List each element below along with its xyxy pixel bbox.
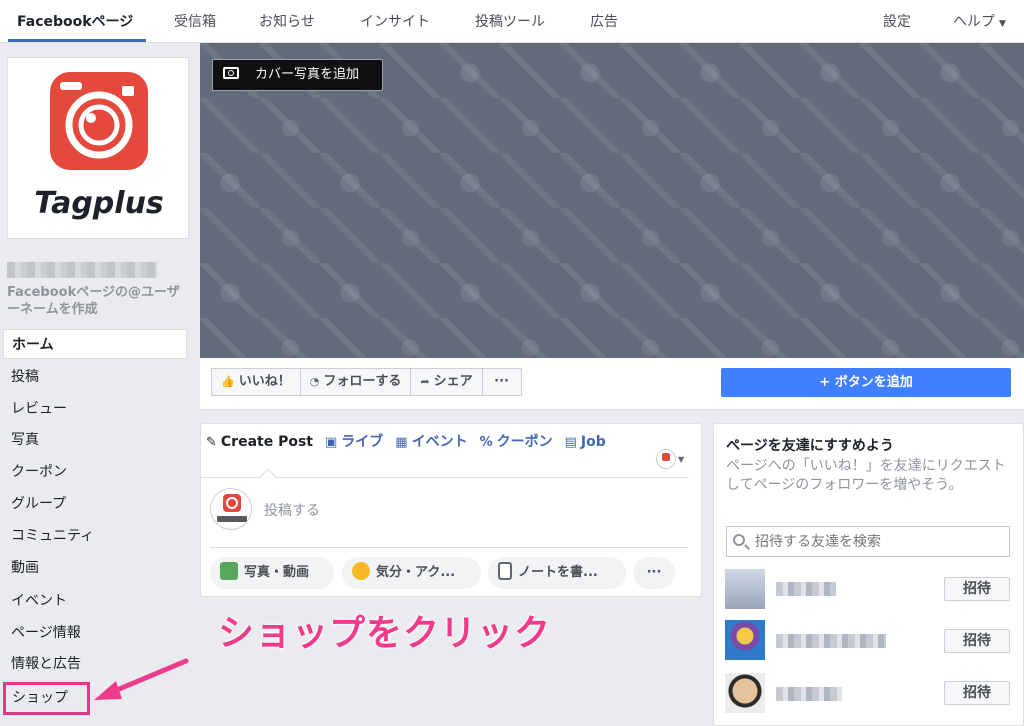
add-cover-photo-button[interactable]: カバー写真を追加 [212, 59, 383, 91]
sidebar-item-photos[interactable]: 写真 [3, 425, 187, 455]
tab-event[interactable]: ▦ イベント [395, 431, 467, 453]
friend-name-redacted[interactable] [776, 634, 886, 648]
tab-settings[interactable]: 設定 [883, 0, 911, 43]
sidebar-item-reviews[interactable]: レビュー [3, 394, 187, 424]
tab-live[interactable]: ▣ ライブ [325, 431, 383, 453]
friend-avatar[interactable] [725, 620, 765, 660]
sidebar-item-community[interactable]: コミュニティ [3, 521, 187, 551]
create-post-label: Create Post [220, 434, 313, 450]
sidebar-item-coupons[interactable]: クーポン [3, 457, 187, 487]
smiley-icon [352, 562, 370, 580]
composer-tabs: ✎ Create Post ▣ ライブ ▦ イベント % クーポン ▤ Job [206, 431, 618, 453]
friend-name-redacted[interactable] [776, 687, 842, 701]
tab-help[interactable]: ヘルプ ▼ [953, 0, 1006, 43]
follow-button[interactable]: ◔ フォローする [299, 368, 412, 396]
caret-down-icon: ▼ [999, 19, 1006, 29]
help-label: ヘルプ [953, 14, 995, 30]
page-name-redacted [7, 262, 157, 278]
thumbs-up-icon: 👍 [221, 375, 235, 388]
tab-create-post[interactable]: ✎ Create Post [206, 431, 313, 453]
sidebar-item-home[interactable]: ホーム [3, 329, 187, 359]
feeling-activity-button[interactable]: 気分・アク... [342, 557, 481, 589]
calendar-icon: ▦ [395, 435, 408, 450]
tab-coupon[interactable]: % クーポン [480, 431, 553, 453]
add-button-cta[interactable]: + ボタンを追加 [721, 368, 1011, 397]
share-button[interactable]: ➦ シェア [410, 368, 483, 396]
active-tab-underline [8, 39, 146, 42]
click-shop-annotation: ショップをクリック [218, 613, 552, 654]
follow-label: フォローする [323, 374, 402, 389]
tab-insights[interactable]: インサイト [360, 0, 430, 43]
note-label: ノートを書... [518, 565, 598, 580]
photo-video-button[interactable]: 写真・動画 [210, 557, 334, 589]
page-top-nav: Facebookページ 受信箱 お知らせ インサイト 投稿ツール 広告 設定 ヘ… [0, 0, 1024, 43]
sidebar-item-videos[interactable]: 動画 [3, 553, 187, 583]
sidebar-item-shop[interactable]: ショップ [3, 682, 90, 715]
search-icon [733, 534, 745, 546]
chevron-down-icon[interactable]: ▼ [678, 455, 684, 464]
tagplus-logo: Tagplus [34, 72, 164, 221]
share-arrow-icon: ➦ [420, 375, 430, 388]
job-label: Job [580, 434, 606, 450]
sidebar-item-groups[interactable]: グループ [3, 489, 187, 519]
friend-avatar[interactable] [725, 569, 765, 609]
profile-picture[interactable]: Tagplus [7, 57, 189, 239]
more-actions-button[interactable]: ··· [481, 368, 522, 396]
live-label: ライブ [341, 434, 384, 450]
pencil-icon: ✎ [206, 435, 217, 450]
create-username-link[interactable]: Facebookページの@ユーザーネームを作成 [7, 284, 192, 318]
invite-friend-button[interactable]: 招待 [944, 629, 1010, 653]
notebook-icon [498, 562, 512, 580]
tab-publishing-tools[interactable]: 投稿ツール [475, 0, 545, 43]
event-label: イベント [411, 434, 468, 450]
post-as-avatar[interactable] [656, 449, 676, 469]
like-label: いいね！ [238, 374, 291, 389]
percent-badge-icon: % [479, 435, 493, 450]
invite-title: ページを友達にすすめよう [726, 438, 894, 454]
invite-friend-button[interactable]: 招待 [944, 681, 1010, 705]
composer-more-button[interactable]: ··· [633, 557, 675, 589]
friend-avatar[interactable] [725, 673, 765, 713]
like-button[interactable]: 👍 いいね！ [211, 368, 301, 396]
write-note-button[interactable]: ノートを書... [488, 557, 626, 589]
photo-icon [220, 562, 238, 580]
tab-job[interactable]: ▤ Job [565, 431, 606, 453]
invite-friend-button[interactable]: 招待 [944, 577, 1010, 601]
tab-notifications[interactable]: お知らせ [259, 0, 315, 43]
tab-ads[interactable]: 広告 [590, 0, 618, 43]
sidebar-item-page-info[interactable]: ページ情報 [3, 618, 187, 648]
video-camera-icon: ▣ [325, 435, 338, 450]
feeling-label: 気分・アク... [376, 565, 456, 580]
friend-name-redacted[interactable] [776, 582, 836, 596]
composer-page-avatar [210, 488, 252, 530]
rss-icon: ◔ [309, 375, 320, 388]
invite-search-input[interactable] [726, 526, 1010, 557]
briefcase-icon: ▤ [564, 435, 577, 450]
tab-facebook-page[interactable]: Facebookページ [17, 0, 133, 43]
coupon-label: クーポン [496, 434, 553, 450]
composer-divider-lower [210, 547, 688, 548]
tagplus-mini-logo-icon [217, 494, 247, 522]
share-label: シェア [433, 374, 473, 389]
sidebar-item-events[interactable]: イベント [3, 586, 187, 616]
add-cover-label: カバー写真を追加 [255, 67, 360, 82]
sidebar-item-posts[interactable]: 投稿 [3, 362, 187, 392]
photo-video-label: 写真・動画 [244, 565, 310, 580]
invite-description: ページへの「いいね！」を友達にリクエストしてページのフォロワーを増やそう。 [726, 458, 1006, 493]
camera-icon [223, 67, 239, 79]
composer-input[interactable]: 投稿する [264, 500, 320, 520]
annotation-arrow-icon [94, 658, 189, 700]
logo-text: Tagplus [34, 186, 164, 221]
tab-inbox[interactable]: 受信箱 [174, 0, 216, 43]
page-action-buttons: 👍 いいね！ ◔ フォローする ➦ シェア ··· [211, 368, 522, 396]
